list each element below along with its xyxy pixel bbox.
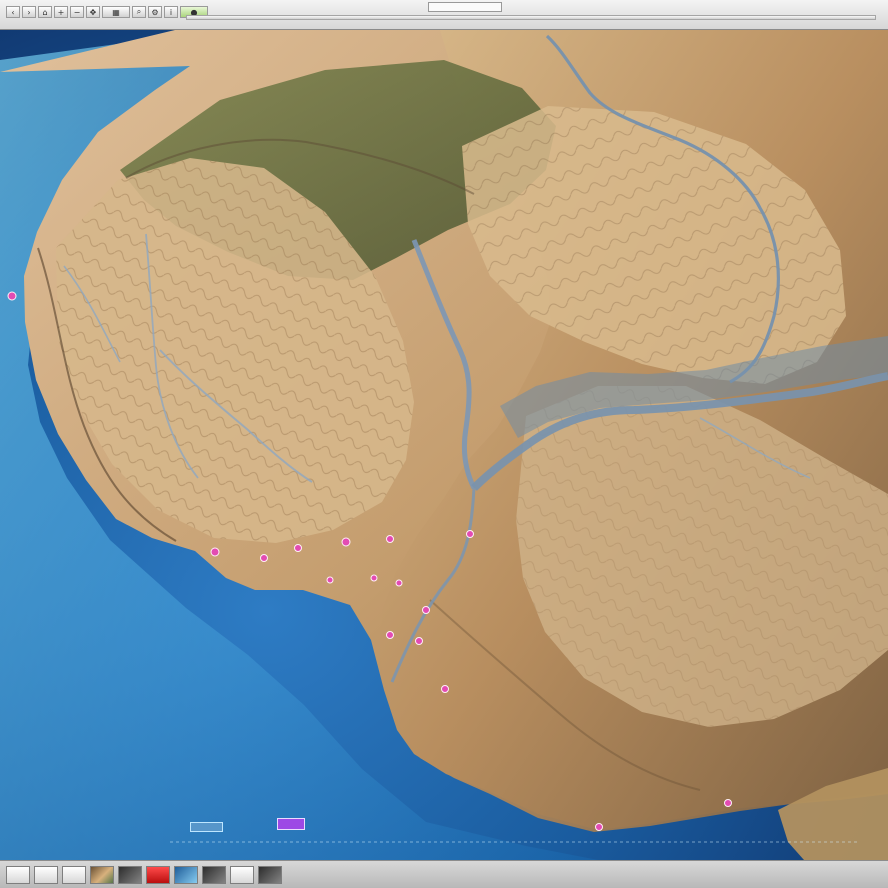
settings-button[interactable]: ⚙ (148, 6, 162, 18)
marker-pin[interactable] (595, 823, 603, 831)
thumbnail-item[interactable] (6, 866, 30, 884)
marker-pin[interactable] (415, 637, 423, 645)
thumbnail-item[interactable] (90, 866, 114, 884)
thumbnail-item[interactable] (202, 866, 226, 884)
marker-pin[interactable] (341, 537, 351, 547)
terrain-map[interactable] (0, 30, 888, 860)
toolbar-button-group: ‹ › ⌂ + − ✥ ▦ ⌕ ⚙ i ● (6, 6, 208, 18)
marker-pin[interactable] (210, 547, 220, 557)
toolbar-track (186, 15, 876, 20)
layers-button[interactable]: ▦ (102, 6, 130, 18)
ocean-badge[interactable] (277, 818, 305, 830)
map-viewer-window: ‹ › ⌂ + − ✥ ▦ ⌕ ⚙ i ● (0, 0, 888, 888)
marker-pin[interactable] (294, 544, 302, 552)
thumbnail-list (6, 866, 282, 884)
top-toolbar: ‹ › ⌂ + − ✥ ▦ ⌕ ⚙ i ● (0, 0, 888, 30)
back-button[interactable]: ‹ (6, 6, 20, 18)
scale-bar[interactable] (190, 822, 223, 832)
marker-pin[interactable] (466, 530, 474, 538)
marker-pin[interactable] (422, 606, 430, 614)
toolbar-track-fill (187, 16, 875, 19)
marker-pin[interactable] (395, 579, 403, 587)
info-button[interactable]: i (164, 6, 178, 18)
thumbnail-item[interactable] (118, 866, 142, 884)
thumbnail-item[interactable] (258, 866, 282, 884)
marker-pin[interactable] (441, 685, 449, 693)
marker-pin[interactable] (386, 535, 394, 543)
marker-pin[interactable] (260, 554, 268, 562)
forward-button[interactable]: › (22, 6, 36, 18)
pan-button[interactable]: ✥ (86, 6, 100, 18)
marker-pin[interactable] (7, 291, 17, 301)
map-viewport[interactable] (0, 30, 888, 860)
marker-pin[interactable] (370, 574, 378, 582)
thumbnail-item[interactable] (62, 866, 86, 884)
marker-pin[interactable] (724, 799, 732, 807)
thumbnail-item[interactable] (146, 866, 170, 884)
home-button[interactable]: ⌂ (38, 6, 52, 18)
marker-pin[interactable] (386, 631, 394, 639)
thumbnail-item[interactable] (174, 866, 198, 884)
thumbnail-item[interactable] (34, 866, 58, 884)
zoom-in-button[interactable]: + (54, 6, 68, 18)
search-button[interactable]: ⌕ (132, 6, 146, 18)
thumbnail-item[interactable] (230, 866, 254, 884)
zoom-out-button[interactable]: − (70, 6, 84, 18)
thumbnail-strip (0, 860, 888, 888)
marker-pin[interactable] (326, 576, 334, 584)
top-tab[interactable] (428, 2, 502, 12)
